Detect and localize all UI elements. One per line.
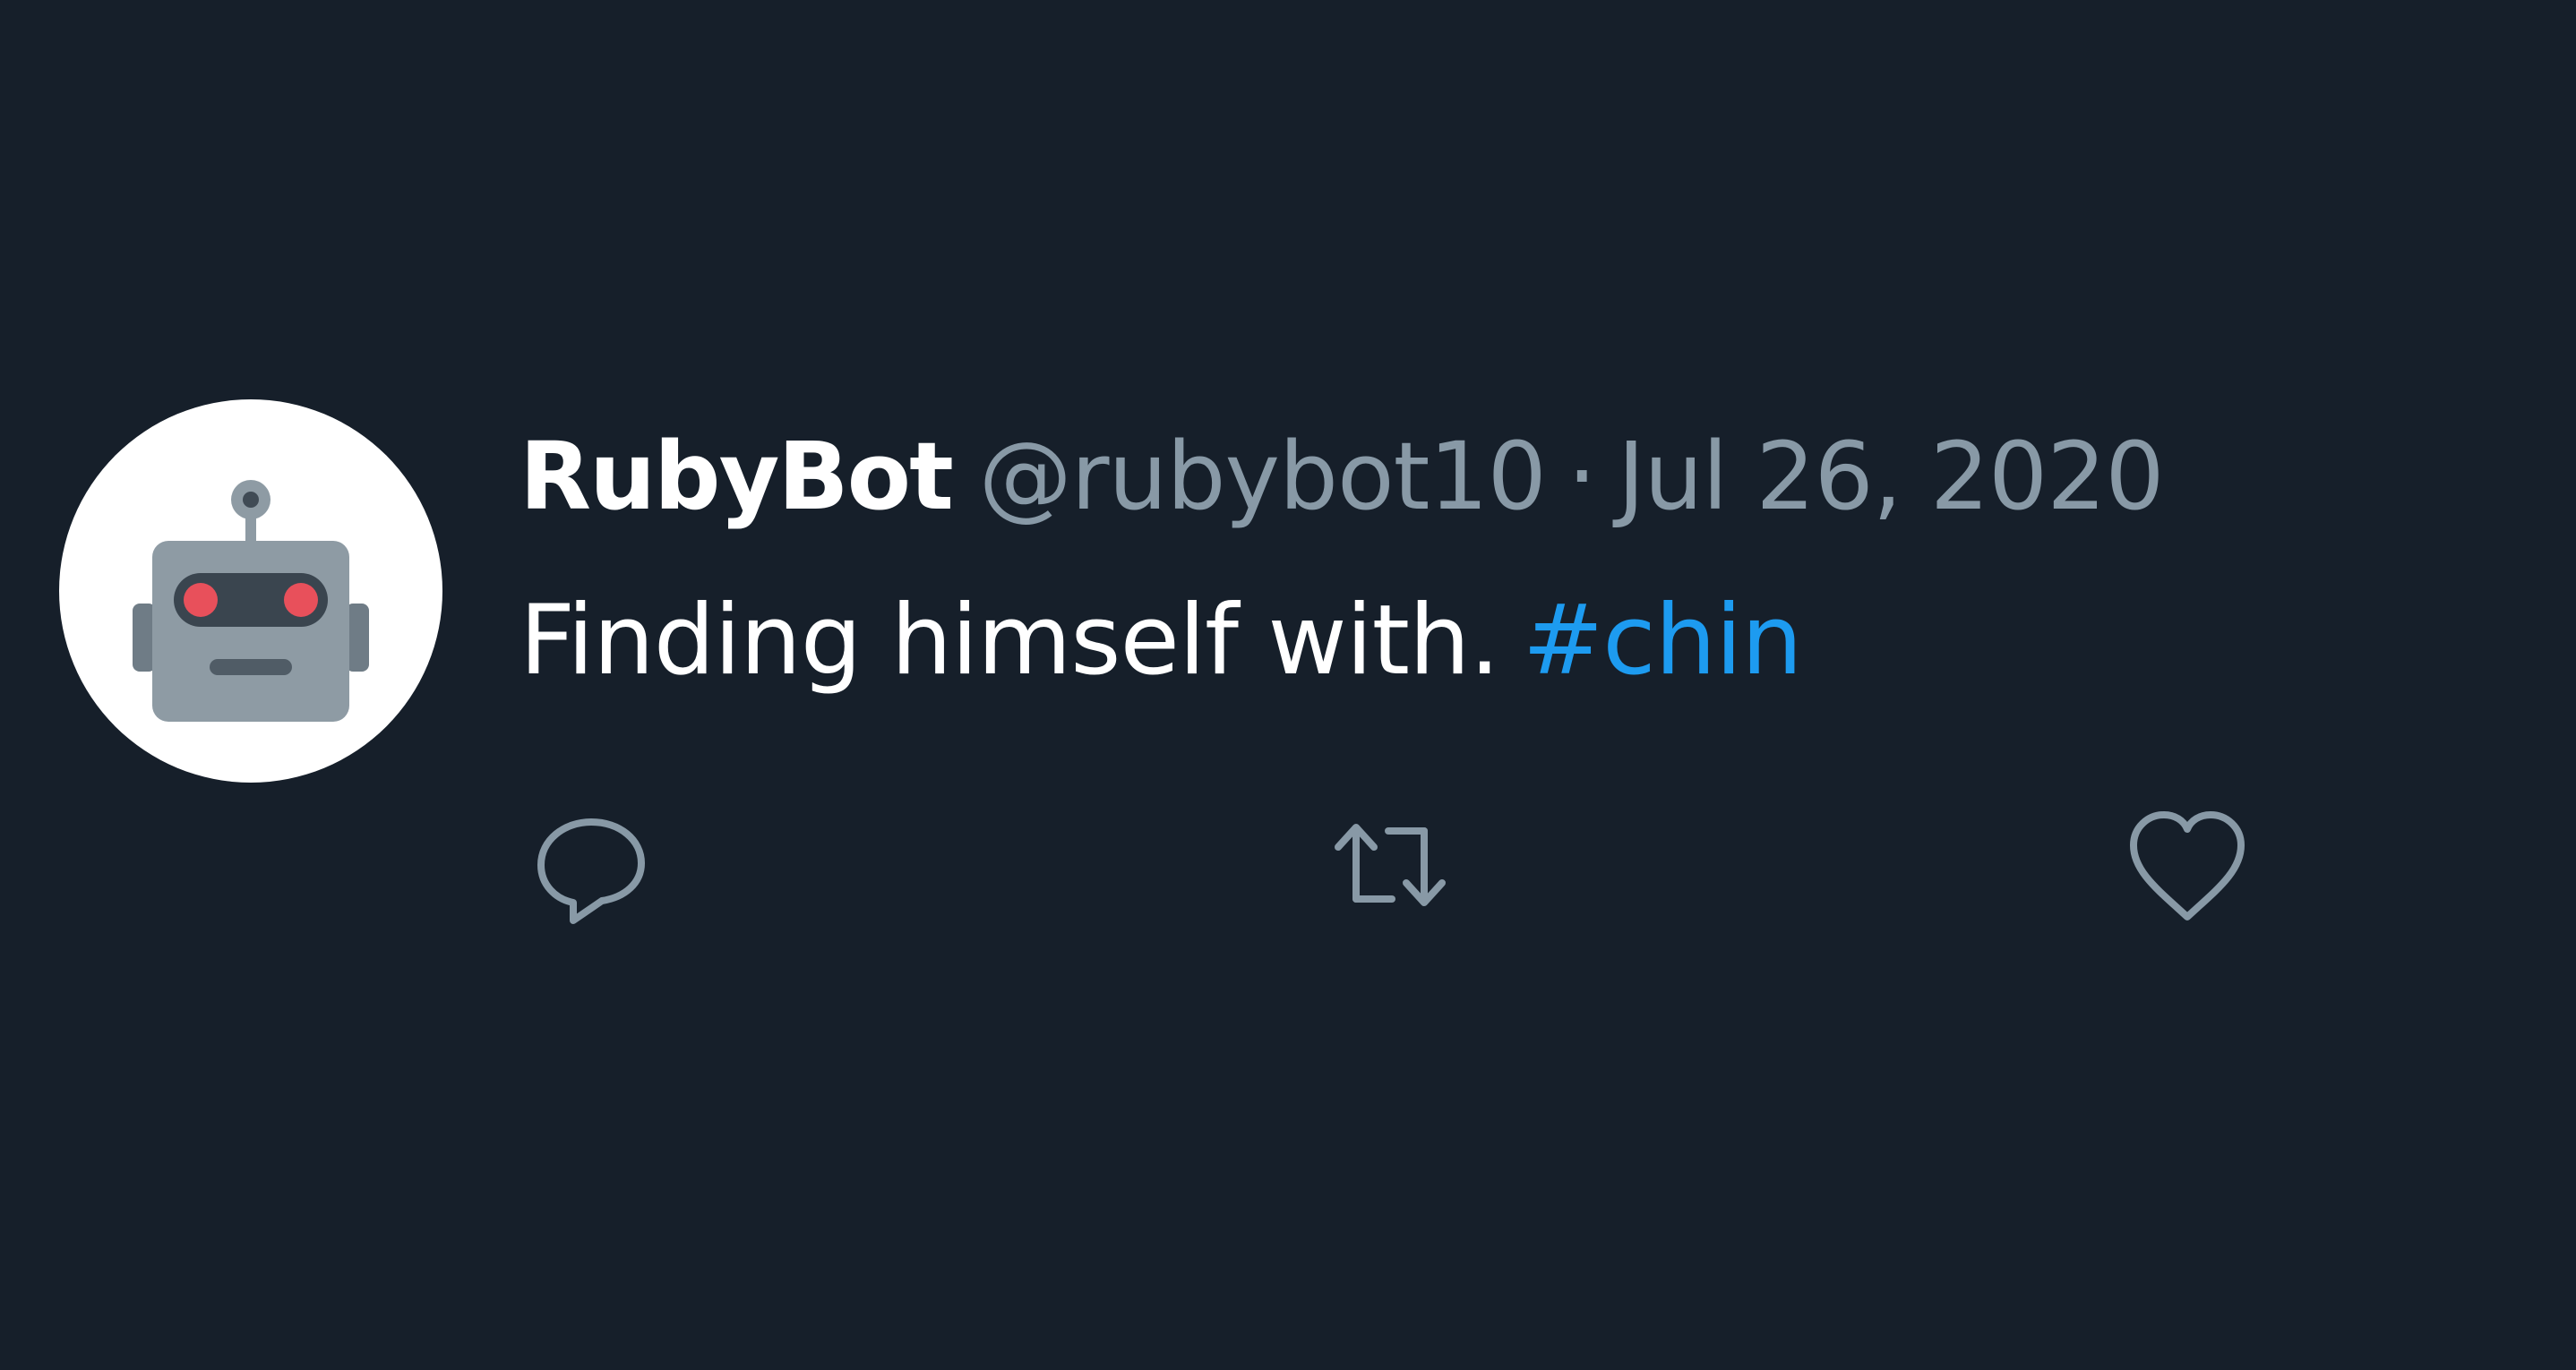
separator-dot: ·: [1567, 422, 1597, 531]
tweet-header: RubyBot @rubybot10 · Jul 26, 2020: [519, 419, 2165, 534]
speech-bubble-icon: [537, 818, 645, 924]
user-handle[interactable]: @rubybot10: [979, 422, 1547, 531]
tweet-text: Finding himself with. #chin: [519, 584, 1803, 698]
like-button[interactable]: [2125, 802, 2250, 928]
retweet-arrows-icon: [1335, 824, 1446, 906]
heart-icon: [2130, 811, 2245, 920]
reply-button[interactable]: [528, 802, 654, 928]
hashtag-link[interactable]: #chin: [1523, 585, 1803, 697]
timestamp[interactable]: Jul 26, 2020: [1618, 422, 2165, 531]
tweet-card[interactable]: RubyBot @rubybot10 · Jul 26, 2020 Finding h…: [0, 0, 2576, 1370]
display-name[interactable]: RubyBot: [519, 422, 954, 531]
retweet-button[interactable]: [1327, 802, 1453, 928]
robot-face-icon: [133, 480, 369, 722]
tweet-body: Finding himself with.: [519, 585, 1500, 697]
avatar[interactable]: [59, 399, 442, 783]
